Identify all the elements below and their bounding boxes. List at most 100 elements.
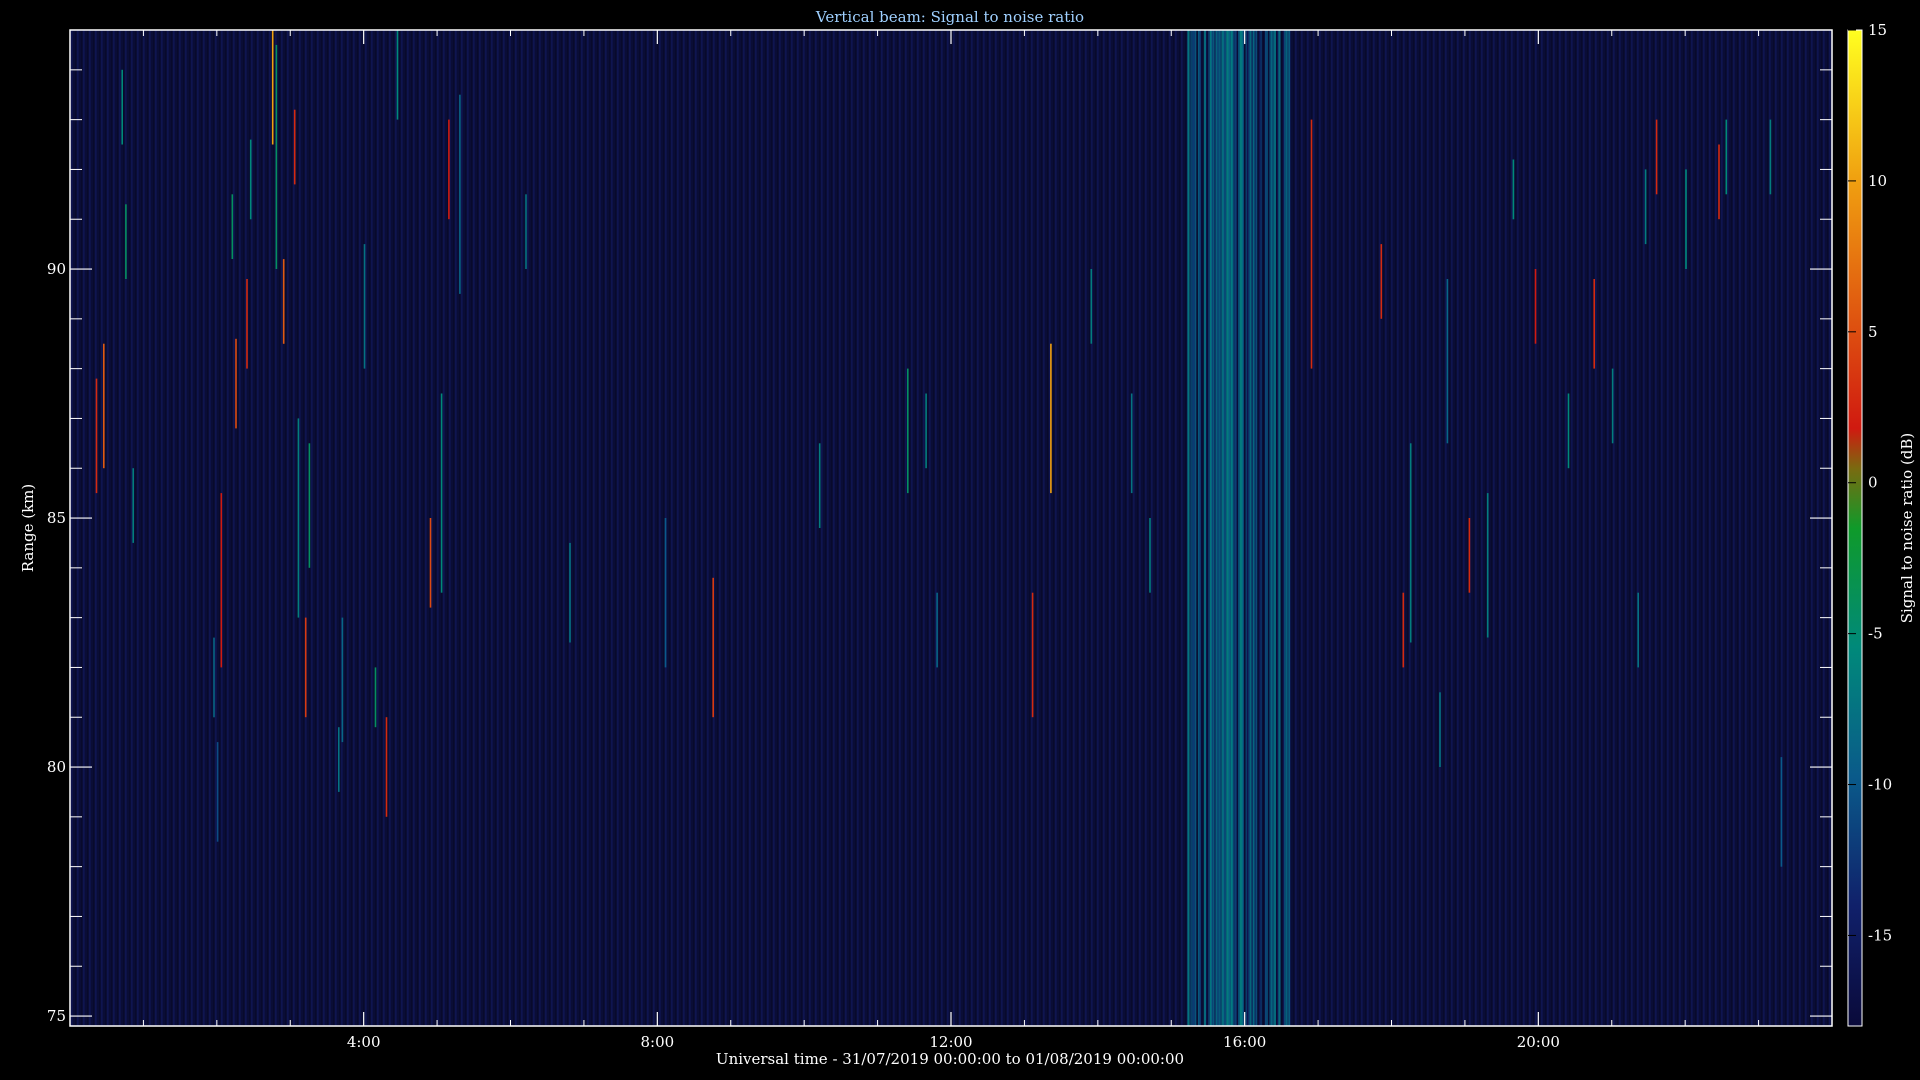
x-axis-label: Universal time - 31/07/2019 00:00:00 to … [716, 1050, 1184, 1068]
echo-streak [338, 727, 340, 792]
band-line [1278, 30, 1281, 1026]
y-tick-label: 85 [47, 509, 66, 527]
band-line [1255, 30, 1258, 1026]
echo-streak [385, 717, 388, 817]
band-line [1224, 30, 1227, 1026]
band-line [1285, 30, 1288, 1026]
band-line [1232, 30, 1234, 1026]
echo-streak [1468, 518, 1471, 593]
echo-streak [1769, 119, 1772, 195]
echo-streak [1644, 169, 1647, 245]
y-tick-label: 80 [47, 758, 66, 776]
x-tick-label: 12:00 [929, 1033, 972, 1051]
band-line [1254, 30, 1256, 1026]
echo-streak [1655, 119, 1658, 195]
band-line [1199, 30, 1201, 1026]
echo-streak [231, 194, 234, 259]
band-line [1212, 30, 1215, 1026]
band-line [1238, 30, 1240, 1026]
band-line [1220, 30, 1222, 1026]
echo-streak [1685, 169, 1687, 269]
echo-streak [125, 204, 127, 279]
echo-streak [220, 493, 223, 668]
band-line [1223, 30, 1225, 1026]
band-line [1193, 30, 1195, 1026]
colorbar-tick-label: -15 [1868, 926, 1892, 944]
echo-streak [1130, 393, 1133, 494]
colorbar-tick-label: 5 [1868, 323, 1878, 341]
band-line [1272, 30, 1274, 1026]
band-line [1229, 30, 1231, 1026]
colorbar-tick-label: -5 [1868, 625, 1883, 643]
echo-streak [293, 109, 296, 185]
x-tick-label: 20:00 [1517, 1033, 1560, 1051]
echo-streak [216, 742, 219, 842]
band-line [1208, 30, 1210, 1026]
band-line [1251, 30, 1253, 1026]
colorbar-label: Signal to noise ratio (dB) [1898, 433, 1916, 624]
band-line [1273, 30, 1276, 1026]
colorbar-tick-label: 10 [1868, 172, 1887, 190]
colorbar-tick-label: -10 [1868, 776, 1892, 794]
echo-streak [569, 542, 571, 643]
band-line [1203, 30, 1206, 1026]
plot-area [70, 30, 1832, 1026]
echo-streak [1611, 368, 1614, 444]
band-line [1187, 30, 1190, 1026]
echo-streak [907, 368, 909, 494]
echo-streak [525, 194, 527, 269]
band-line [1233, 30, 1235, 1026]
echo-streak [246, 279, 248, 369]
echo-streak [1402, 592, 1405, 668]
echo-streak [429, 518, 432, 608]
echo-streak [459, 94, 461, 294]
y-axis-label: Range (km) [19, 484, 37, 573]
band-line [1287, 30, 1289, 1026]
echo-streak [304, 617, 307, 718]
echo-streak [440, 393, 443, 593]
x-tick-label: 8:00 [640, 1033, 674, 1051]
band-line [1242, 30, 1244, 1026]
echo-streak [1439, 692, 1441, 767]
echo-streak [1380, 244, 1383, 319]
echo-streak [271, 30, 274, 145]
band-line [1284, 30, 1286, 1026]
colorbar-tick-label: 15 [1868, 21, 1887, 39]
echo-streak [374, 667, 377, 728]
echo-streak [1090, 269, 1093, 344]
echo-streak [1486, 493, 1489, 638]
echo-streak [1718, 144, 1720, 220]
echo-streak [1310, 119, 1313, 369]
band-line [1197, 30, 1200, 1026]
x-tick-label: 4:00 [347, 1033, 381, 1051]
echo-streak [297, 418, 300, 618]
band-line [1194, 30, 1197, 1026]
echo-streak [925, 393, 927, 469]
echo-streak [1149, 518, 1151, 593]
echo-streak [1446, 279, 1449, 444]
echo-streak [448, 119, 450, 220]
band-line [1270, 30, 1273, 1026]
echo-streak [396, 30, 399, 120]
band-line [1266, 30, 1268, 1026]
snr-heatmap-chart: Vertical beam: Signal to noise ratio 4:0… [19, 8, 1916, 1068]
echo-streak [235, 338, 237, 429]
band-line [1264, 30, 1267, 1026]
band-line [1260, 30, 1262, 1026]
echo-streak [1780, 757, 1783, 867]
band-line [1288, 30, 1291, 1026]
echo-streak [1031, 592, 1034, 718]
echo-streak [103, 343, 105, 469]
echo-streak [1593, 279, 1595, 369]
echo-streak [1725, 119, 1728, 195]
echo-streak [712, 577, 714, 718]
band-line [1269, 30, 1271, 1026]
band-line [1250, 30, 1252, 1026]
band-line [1211, 30, 1213, 1026]
echo-streak [213, 637, 215, 718]
echo-streak [132, 468, 134, 543]
band-line [1215, 30, 1218, 1026]
echo-streak [341, 617, 344, 743]
echo-streak [121, 69, 123, 145]
echo-streak [95, 378, 98, 494]
